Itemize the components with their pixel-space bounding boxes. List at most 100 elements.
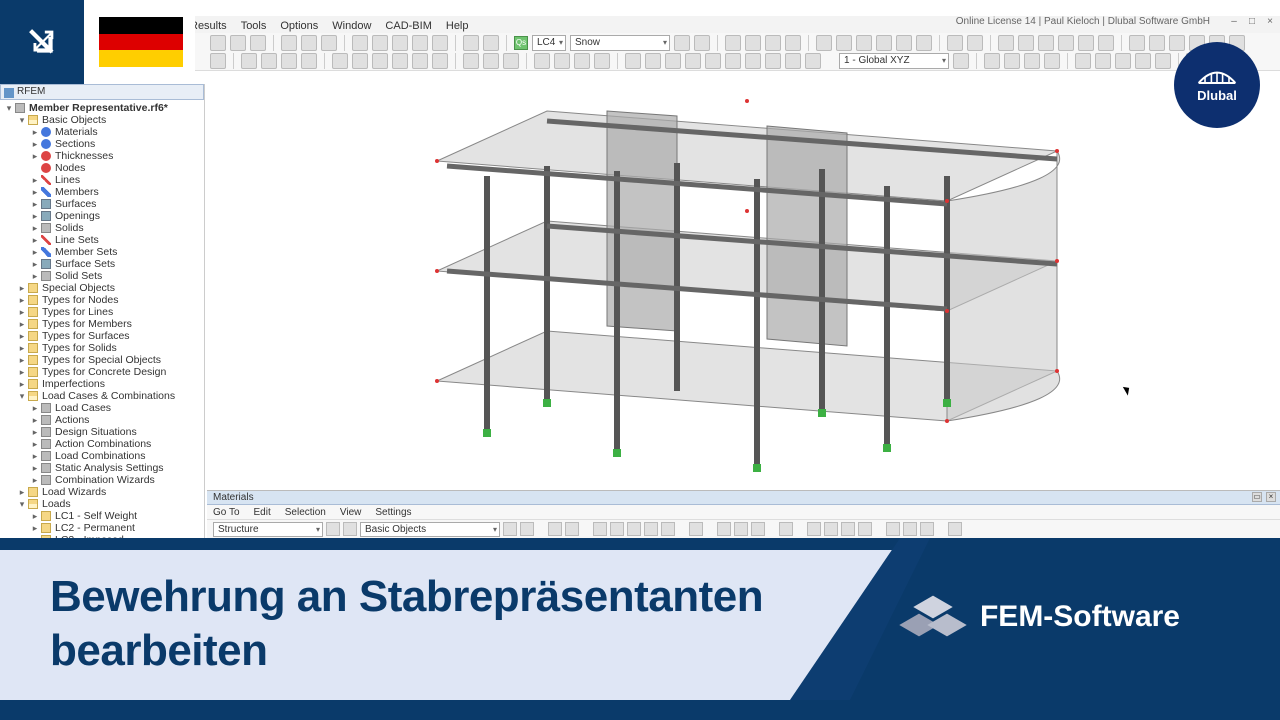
tree-item[interactable]: ▾Loads [4, 498, 200, 510]
panel-goto[interactable]: Go To [213, 507, 240, 518]
tb-next[interactable] [694, 35, 710, 51]
panel-pin-icon[interactable]: ▭ [1252, 492, 1262, 502]
tree-item[interactable]: ▸Openings [4, 210, 200, 222]
tree-item[interactable]: ▸Types for Special Objects [4, 354, 200, 366]
tree-item[interactable]: ▸Load Combinations [4, 450, 200, 462]
tb-btn[interactable] [463, 53, 479, 69]
tb-btn[interactable] [593, 522, 607, 536]
tree-item[interactable]: ▸Static Analysis Settings [4, 462, 200, 474]
tb-btn[interactable] [1058, 35, 1074, 51]
maximize-button[interactable]: □ [1246, 16, 1258, 27]
tb-btn[interactable] [321, 35, 337, 51]
tb-btn[interactable] [1098, 35, 1114, 51]
tb-btn[interactable] [432, 35, 448, 51]
tb-btn[interactable] [920, 522, 934, 536]
tree-item[interactable]: ▸Solid Sets [4, 270, 200, 282]
coord-system-select[interactable]: 1 - Global XYZ [839, 53, 949, 69]
nav-next[interactable] [343, 522, 357, 536]
tb-btn[interactable] [858, 522, 872, 536]
tb-btn[interactable] [1115, 53, 1131, 69]
cat-prev[interactable] [503, 522, 517, 536]
tb-btn[interactable] [625, 53, 641, 69]
menu-options[interactable]: Options [280, 20, 318, 32]
loadcase-name-select[interactable]: Snow [570, 35, 670, 51]
tree-item[interactable]: ▸Load Cases [4, 402, 200, 414]
tb-btn[interactable] [886, 522, 900, 536]
tree-item[interactable]: ▸Lines [4, 174, 200, 186]
tb-btn[interactable] [805, 53, 821, 69]
tb-btn[interactable] [372, 35, 388, 51]
tree-item[interactable]: ▸Combination Wizards [4, 474, 200, 486]
tree-item[interactable]: ▸Thicknesses [4, 150, 200, 162]
tb-btn[interactable] [1169, 35, 1185, 51]
tb-btn[interactable] [685, 53, 701, 69]
tb-btn[interactable] [785, 35, 801, 51]
tb-btn[interactable] [483, 35, 499, 51]
tb-btn[interactable] [352, 53, 368, 69]
menu-tools[interactable]: Tools [241, 20, 267, 32]
tb-btn[interactable] [765, 53, 781, 69]
tb-btn[interactable] [876, 35, 892, 51]
tb-btn[interactable] [565, 522, 579, 536]
tree-item[interactable]: ▸Types for Lines [4, 306, 200, 318]
tb-btn[interactable] [1038, 35, 1054, 51]
tb-btn[interactable] [836, 35, 852, 51]
structure-select[interactable]: Structure [213, 522, 323, 537]
tb-btn[interactable] [261, 53, 277, 69]
tb-btn[interactable] [610, 522, 624, 536]
tb-btn[interactable] [717, 522, 731, 536]
tb-btn[interactable] [807, 522, 821, 536]
category-select[interactable]: Basic Objects [360, 522, 500, 537]
tree-item[interactable]: ▸Design Situations [4, 426, 200, 438]
tree-item[interactable]: ▸Members [4, 186, 200, 198]
tb-btn[interactable] [1078, 35, 1094, 51]
panel-edit[interactable]: Edit [254, 507, 271, 518]
tb-btn[interactable] [432, 53, 448, 69]
tb-btn[interactable] [644, 522, 658, 536]
tb-btn[interactable] [916, 35, 932, 51]
tb-btn[interactable] [1135, 53, 1151, 69]
menu-window[interactable]: Window [332, 20, 371, 32]
tree-item[interactable]: ▸Materials [4, 126, 200, 138]
tb-btn[interactable] [947, 35, 963, 51]
tb-btn[interactable] [689, 522, 703, 536]
tb-btn[interactable] [1129, 35, 1145, 51]
tb-btn[interactable] [779, 522, 793, 536]
tb-btn[interactable] [725, 53, 741, 69]
cat-next[interactable] [520, 522, 534, 536]
tree-item[interactable]: ▸Member Sets [4, 246, 200, 258]
tb-btn[interactable] [412, 53, 428, 69]
tb-btn[interactable] [645, 53, 661, 69]
tree-item[interactable]: ▾Member Representative.rf6* [4, 102, 200, 114]
tb-btn[interactable] [463, 35, 479, 51]
tree-item[interactable]: ▸Types for Concrete Design [4, 366, 200, 378]
tb-btn[interactable] [705, 53, 721, 69]
nav-prev[interactable] [326, 522, 340, 536]
tb-btn[interactable] [332, 53, 348, 69]
tb-btn[interactable] [548, 522, 562, 536]
minimize-button[interactable]: – [1228, 16, 1240, 27]
tb-btn[interactable] [210, 53, 226, 69]
tree-item[interactable]: ▸Surfaces [4, 198, 200, 210]
tb-btn[interactable] [948, 522, 962, 536]
tb-btn[interactable] [230, 35, 246, 51]
tree-item[interactable]: ▸Load Wizards [4, 486, 200, 498]
tb-btn[interactable] [896, 35, 912, 51]
tb-btn[interactable] [1095, 53, 1111, 69]
menu-help[interactable]: Help [446, 20, 469, 32]
tb-btn[interactable] [392, 53, 408, 69]
tb-btn[interactable] [554, 53, 570, 69]
tb-btn[interactable] [210, 35, 226, 51]
tree-item[interactable]: ▸Types for Members [4, 318, 200, 330]
tb-btn[interactable] [250, 35, 266, 51]
tree-item[interactable]: ▸Types for Surfaces [4, 330, 200, 342]
tree-item[interactable]: Nodes [4, 162, 200, 174]
tb-btn[interactable] [241, 53, 257, 69]
tb-btn[interactable] [765, 35, 781, 51]
tb-btn[interactable] [751, 522, 765, 536]
tree-item[interactable]: ▸Actions [4, 414, 200, 426]
tb-btn[interactable] [953, 53, 969, 69]
tb-btn[interactable] [1075, 53, 1091, 69]
tb-btn[interactable] [594, 53, 610, 69]
tb-btn[interactable] [841, 522, 855, 536]
